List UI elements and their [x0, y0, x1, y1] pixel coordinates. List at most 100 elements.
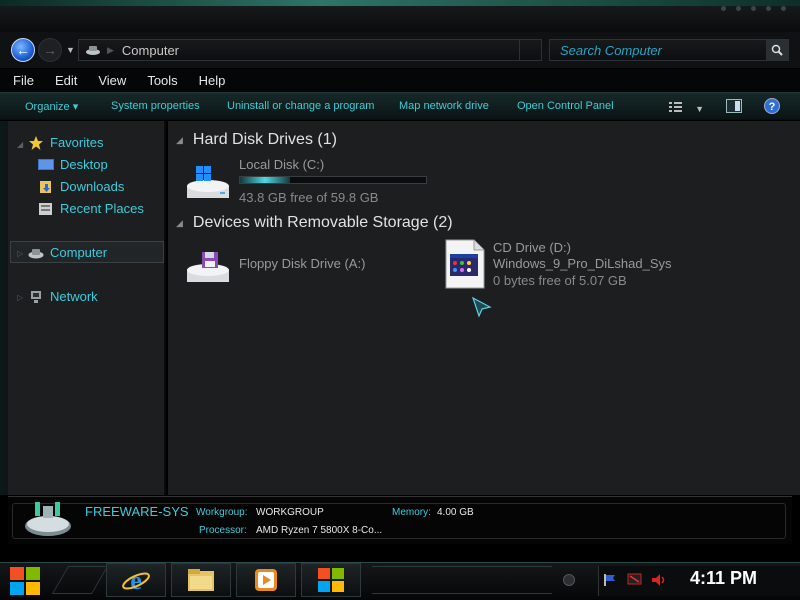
expand-arrow-icon[interactable]: ◢: [17, 140, 23, 149]
drive-free-space-c: 43.8 GB free of 59.8 GB: [239, 190, 379, 205]
preview-pane-icon[interactable]: [726, 99, 742, 118]
expand-arrow-icon[interactable]: ▷: [17, 249, 23, 258]
cd-drive-icon: [444, 238, 486, 295]
internet-explorer-icon: e: [122, 566, 150, 594]
window-controls[interactable]: [721, 6, 786, 11]
memory-label: Memory:: [392, 507, 431, 518]
address-bar[interactable]: ▶ Computer: [78, 39, 542, 61]
action-center-flag-icon[interactable]: [603, 573, 617, 592]
drive-volume-label-cd: Windows_9_Pro_DiLshad_Sys: [493, 256, 672, 271]
downloads-icon: [38, 180, 54, 194]
computer-icon: [28, 246, 44, 260]
help-icon[interactable]: ?: [764, 98, 780, 119]
search-button[interactable]: [766, 40, 788, 60]
window-titlebar: [0, 0, 800, 32]
extra-caption-dot: [766, 6, 771, 11]
search-input[interactable]: [550, 40, 760, 60]
organize-button[interactable]: Organize ▾: [25, 100, 78, 113]
computer-large-icon: [22, 500, 74, 543]
maximize-button[interactable]: [736, 6, 741, 11]
breadcrumb-computer[interactable]: Computer: [122, 43, 179, 58]
back-button[interactable]: ←: [11, 38, 35, 62]
start-button[interactable]: [8, 565, 42, 597]
store-icon: [318, 568, 344, 592]
taskbar-divider: [372, 566, 552, 594]
media-player-icon: [255, 569, 277, 591]
menu-edit[interactable]: Edit: [52, 73, 80, 88]
sidebar-item-favorites[interactable]: Favorites: [28, 135, 103, 150]
star-icon: [28, 135, 44, 150]
open-control-panel-button[interactable]: Open Control Panel: [517, 100, 614, 112]
view-options-dropdown-icon[interactable]: ▼: [695, 104, 704, 114]
menu-bar: File Edit View Tools Help: [0, 69, 800, 91]
sidebar-item-label: Computer: [50, 245, 108, 260]
sidebar-item-label: Network: [50, 289, 98, 304]
workgroup-label: Workgroup:: [196, 507, 248, 518]
window-left-edge: [0, 121, 8, 495]
show-desktop-button[interactable]: [563, 574, 575, 586]
drive-name-cd: CD Drive (D:): [493, 240, 571, 255]
sidebar-item-label: Desktop: [60, 157, 108, 172]
minimize-button[interactable]: [721, 6, 726, 11]
recent-places-icon: [38, 202, 54, 216]
mouse-cursor-icon: [470, 296, 492, 323]
uninstall-program-button[interactable]: Uninstall or change a program: [227, 100, 374, 112]
drive-name-c: Local Disk (C:): [239, 157, 325, 172]
taskbar-app-file-explorer[interactable]: [171, 563, 231, 597]
computer-name: FREEWARE-SYS: [85, 504, 189, 519]
floppy-drive-icon: [184, 248, 232, 293]
taskbar-app-store[interactable]: [301, 563, 361, 597]
command-bar: Organize ▾ System properties Uninstall o…: [0, 92, 800, 120]
file-explorer-icon: [188, 569, 214, 591]
address-dropdown-button[interactable]: [519, 40, 541, 60]
change-view-icon[interactable]: [669, 100, 685, 118]
network-icon: [28, 290, 44, 304]
workgroup-value: WORKGROUP: [256, 507, 324, 518]
breadcrumb-chevron-icon[interactable]: ▶: [107, 45, 114, 56]
sidebar-item-downloads[interactable]: Downloads: [38, 179, 124, 194]
menu-help[interactable]: Help: [196, 73, 229, 88]
group-header-hard-disk-drives[interactable]: ◢ Hard Disk Drives (1): [176, 131, 337, 149]
group-title: Devices with Removable Storage (2): [192, 214, 453, 231]
taskbar-app-media-player[interactable]: [236, 563, 296, 597]
processor-label: Processor:: [199, 525, 247, 536]
navigation-pane: [8, 121, 166, 495]
computer-icon: [85, 44, 101, 56]
windows-logo-icon: [10, 567, 40, 595]
forward-button[interactable]: →: [38, 38, 62, 62]
network-status-icon[interactable]: [627, 573, 643, 592]
menu-tools[interactable]: Tools: [144, 73, 180, 88]
close-button[interactable]: [751, 6, 756, 11]
recent-pages-dropdown[interactable]: ▼: [66, 45, 75, 55]
taskbar-clock[interactable]: 4:11 PM: [690, 568, 757, 589]
search-box[interactable]: [549, 39, 789, 61]
group-title: Hard Disk Drives (1): [192, 131, 337, 148]
sidebar-item-label: Downloads: [60, 179, 125, 194]
arrow-right-icon: →: [43, 42, 57, 58]
menu-file[interactable]: File: [10, 73, 37, 88]
capacity-bar-fill: [240, 177, 291, 183]
collapse-arrow-icon[interactable]: ◢: [176, 218, 183, 229]
drive-name-floppy: Floppy Disk Drive (A:): [239, 256, 366, 271]
menu-view[interactable]: View: [95, 73, 129, 88]
expand-arrow-icon[interactable]: ▷: [17, 293, 23, 302]
system-properties-button[interactable]: System properties: [111, 100, 200, 112]
address-row: ← → ▼ ▶ Computer: [0, 32, 800, 68]
taskbar-app-internet-explorer[interactable]: e: [106, 563, 166, 597]
sidebar-item-label: Recent Places: [60, 201, 144, 216]
sidebar-item-computer[interactable]: Computer: [28, 245, 107, 260]
volume-icon[interactable]: [651, 573, 667, 592]
map-network-drive-button[interactable]: Map network drive: [399, 100, 489, 112]
organize-label: Organize: [25, 101, 70, 113]
sidebar-item-recent-places[interactable]: Recent Places: [38, 201, 144, 216]
memory-value: 4.00 GB: [437, 507, 474, 518]
drive-capacity-bar: [239, 176, 427, 184]
group-header-removable-storage[interactable]: ◢ Devices with Removable Storage (2): [176, 214, 453, 232]
sidebar-item-network[interactable]: Network: [28, 289, 98, 304]
sidebar-item-label: Favorites: [50, 135, 104, 150]
sidebar-item-desktop[interactable]: Desktop: [38, 157, 108, 172]
collapse-arrow-icon[interactable]: ◢: [176, 135, 183, 146]
extra-caption-dot: [781, 6, 786, 11]
svg-text:e: e: [130, 566, 142, 594]
svg-text:?: ?: [769, 101, 776, 113]
